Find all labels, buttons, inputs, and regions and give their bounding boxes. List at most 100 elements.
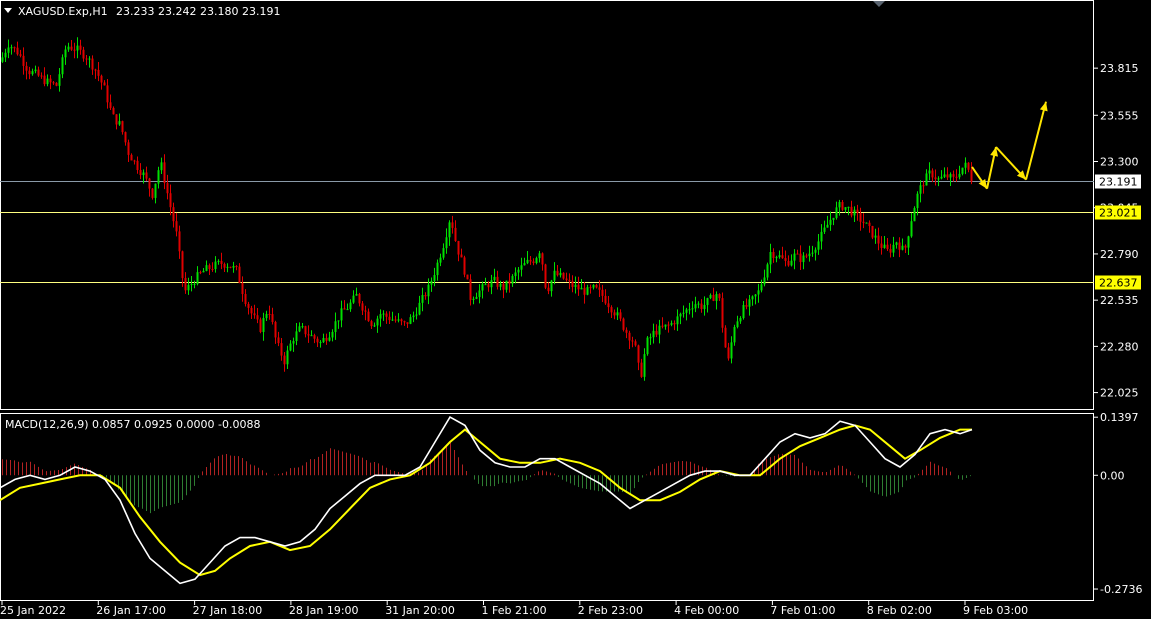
candle-body: [529, 259, 532, 262]
candle-body: [730, 342, 733, 359]
candle-body: [403, 321, 406, 323]
candle-body: [874, 235, 877, 238]
candle-body: [91, 58, 94, 70]
candle-body: [142, 172, 145, 176]
candle-body: [895, 242, 898, 245]
candle-body: [61, 57, 64, 75]
candle-body: [289, 343, 292, 351]
candle-body: [868, 222, 871, 226]
candle-body: [916, 193, 919, 209]
candle-body: [415, 314, 418, 316]
candle-body: [181, 251, 184, 279]
candle-body: [886, 244, 889, 250]
candle-body: [361, 303, 364, 311]
candle-body: [694, 304, 697, 309]
candle-body: [643, 354, 646, 377]
candle-body: [373, 325, 376, 327]
candle-body: [307, 334, 310, 336]
candle-body: [514, 272, 517, 277]
candle-body: [562, 272, 565, 279]
candle-body: [349, 302, 352, 310]
candle-body: [391, 319, 394, 321]
candle-body: [637, 345, 640, 363]
candle-body: [88, 58, 91, 60]
candle-body: [235, 266, 238, 268]
candle-body: [376, 318, 379, 326]
candle-body: [328, 337, 331, 341]
candle-body: [265, 313, 268, 319]
candle-body: [424, 295, 427, 297]
candle-body: [742, 305, 745, 319]
candle-body: [922, 185, 925, 187]
candle-body: [445, 237, 448, 249]
candle-body: [295, 331, 298, 342]
candle-body: [889, 249, 892, 253]
candle-body: [139, 170, 142, 176]
candle-body: [928, 170, 931, 174]
candle-body: [226, 266, 229, 268]
candle-body: [22, 55, 25, 66]
candle-body: [844, 207, 847, 210]
candle-body: [658, 325, 661, 335]
candle-body: [313, 335, 316, 339]
candle-body: [490, 280, 493, 288]
candle-body: [124, 132, 127, 143]
candle-body: [835, 207, 838, 218]
trading-chart: 23.81523.55523.30023.04522.79022.53522.2…: [0, 0, 1151, 619]
price-tick-label: 22.535: [1100, 294, 1139, 307]
candle-body: [112, 107, 115, 115]
candle-body: [151, 188, 154, 198]
candle-body: [115, 114, 118, 125]
candle-body: [457, 240, 460, 255]
candle-body: [883, 244, 886, 248]
candle-body: [493, 276, 496, 281]
candle-body: [58, 74, 61, 86]
candle-body: [832, 217, 835, 220]
candle-body: [217, 260, 220, 262]
candle-body: [775, 257, 778, 259]
candle-body: [259, 319, 262, 333]
candle-body: [865, 222, 868, 224]
candle-body: [739, 318, 742, 322]
candle-body: [925, 173, 928, 186]
candle-body: [625, 329, 628, 333]
candle-body: [310, 335, 313, 337]
candle-body: [262, 318, 265, 333]
candle-body: [796, 253, 799, 255]
candle-body: [325, 338, 328, 341]
candle-body: [871, 225, 874, 238]
candle-body: [613, 312, 616, 316]
macd-tick-label: 0.00: [1100, 469, 1125, 482]
candle-body: [595, 285, 598, 288]
candle-body: [550, 280, 553, 292]
candle-body: [892, 244, 895, 253]
candle-body: [559, 272, 562, 276]
candle-body: [577, 284, 580, 290]
candle-body: [508, 280, 511, 284]
candle-body: [673, 323, 676, 325]
candle-body: [820, 231, 823, 242]
candle-body: [70, 46, 73, 50]
candle-body: [40, 75, 43, 77]
candle-body: [163, 162, 166, 184]
ohlc-values: 23.233 23.242 23.180 23.191: [116, 5, 280, 18]
candle-body: [193, 283, 196, 285]
candle-body: [67, 46, 70, 50]
current-price-label: 23.191: [1099, 176, 1138, 189]
candle-body: [628, 332, 631, 341]
candle-body: [907, 236, 910, 248]
candle-body: [943, 174, 946, 177]
candle-body: [898, 242, 901, 250]
candle-body: [565, 278, 568, 280]
candle-body: [466, 274, 469, 280]
candle-body: [400, 319, 403, 322]
candle-body: [877, 235, 880, 244]
candle-body: [301, 326, 304, 328]
candle-body: [256, 315, 259, 320]
candle-body: [343, 308, 346, 310]
candle-body: [52, 82, 55, 84]
candle-body: [340, 308, 343, 321]
candle-body: [298, 326, 301, 332]
candle-body: [601, 289, 604, 296]
candle-body: [76, 45, 79, 51]
